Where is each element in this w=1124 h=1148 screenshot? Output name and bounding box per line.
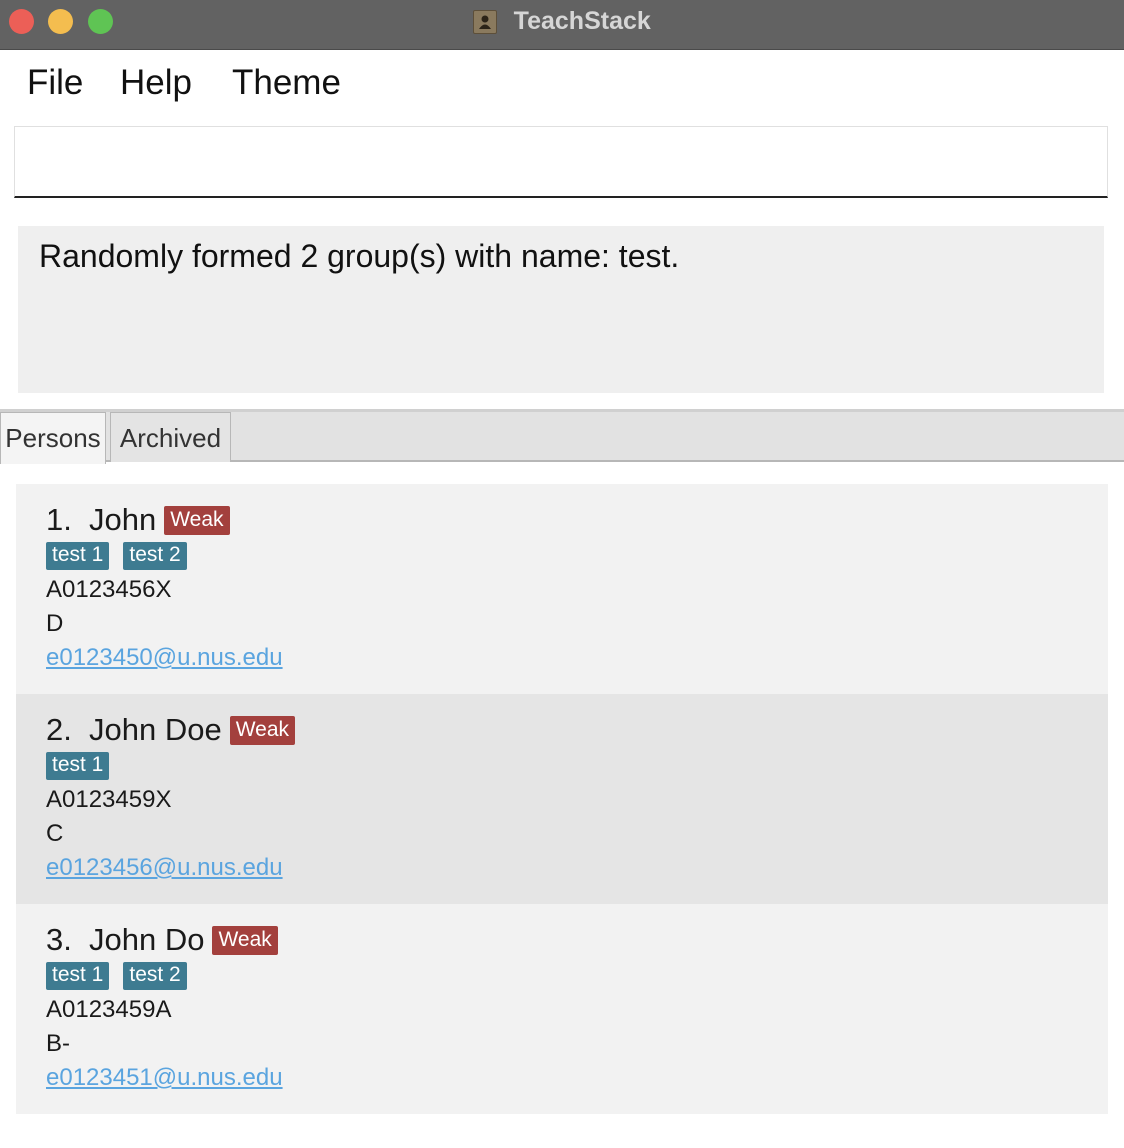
weak-badge: Weak — [212, 926, 278, 955]
weak-badge: Weak — [229, 716, 296, 745]
tab-archived[interactable]: Archived — [110, 412, 231, 462]
person-name: John — [89, 502, 157, 537]
person-card[interactable]: 2. John Doe Weak test 1 A0123459X C e01234… — [16, 694, 1108, 904]
email-link[interactable]: e0123450@u.nus.edu — [46, 644, 283, 672]
person-index: 1. — [46, 502, 72, 537]
group-tag: test 1 — [46, 542, 110, 570]
email-link[interactable]: e0123456@u.nus.edu — [46, 854, 283, 882]
tag-list: test 1 test 2 — [46, 542, 201, 570]
person-card[interactable]: 3. John Do Weak test 1 test 2 A0123459A B- … — [16, 904, 1108, 1114]
person-name: John Doe — [89, 712, 222, 747]
menu-file[interactable]: File — [27, 63, 83, 103]
person-list[interactable]: 1. John Weak test 1 test 2 A0123456X D e012… — [16, 484, 1108, 1114]
menu-theme[interactable]: Theme — [232, 63, 341, 103]
group-tag: test 2 — [123, 542, 187, 570]
menu-help[interactable]: Help — [120, 63, 192, 103]
window-title-group: TeachStack — [0, 7, 1124, 37]
grade: D — [46, 610, 64, 637]
result-message: Randomly formed 2 group(s) with name: te… — [39, 238, 680, 274]
tag-list: test 1 test 2 — [46, 962, 201, 990]
email-link[interactable]: e0123451@u.nus.edu — [46, 1064, 283, 1092]
person-index: 2. — [46, 712, 72, 747]
person-card[interactable]: 1. John Weak test 1 test 2 A0123456X D e012… — [16, 484, 1108, 694]
weak-badge: Weak — [164, 506, 230, 535]
group-tag: test 1 — [46, 962, 110, 990]
result-display: Randomly formed 2 group(s) with name: te… — [18, 226, 1104, 393]
student-id: A0123459A — [46, 996, 172, 1023]
student-id: A0123459X — [46, 786, 172, 813]
person-name-line: 3. John Do Weak — [46, 922, 278, 958]
person-name-line: 1. John Weak — [46, 502, 230, 538]
student-id: A0123456X — [46, 576, 172, 603]
title-bar: TeachStack — [0, 0, 1124, 50]
app-icon — [473, 9, 498, 34]
grade: C — [46, 820, 64, 847]
person-name-line: 2. John Doe Weak — [46, 712, 296, 748]
command-input[interactable] — [14, 126, 1108, 198]
tag-list: test 1 — [46, 752, 123, 780]
person-name: John Do — [89, 922, 205, 957]
tab-persons[interactable]: Persons — [0, 412, 106, 464]
grade: B- — [46, 1030, 70, 1057]
window-title: TeachStack — [513, 7, 651, 35]
group-tag: test 1 — [46, 752, 110, 780]
group-tag: test 2 — [123, 962, 187, 990]
tab-bar: Persons Archived — [0, 409, 1124, 464]
menu-bar: File Help Theme — [0, 51, 1124, 117]
person-index: 3. — [46, 922, 72, 957]
